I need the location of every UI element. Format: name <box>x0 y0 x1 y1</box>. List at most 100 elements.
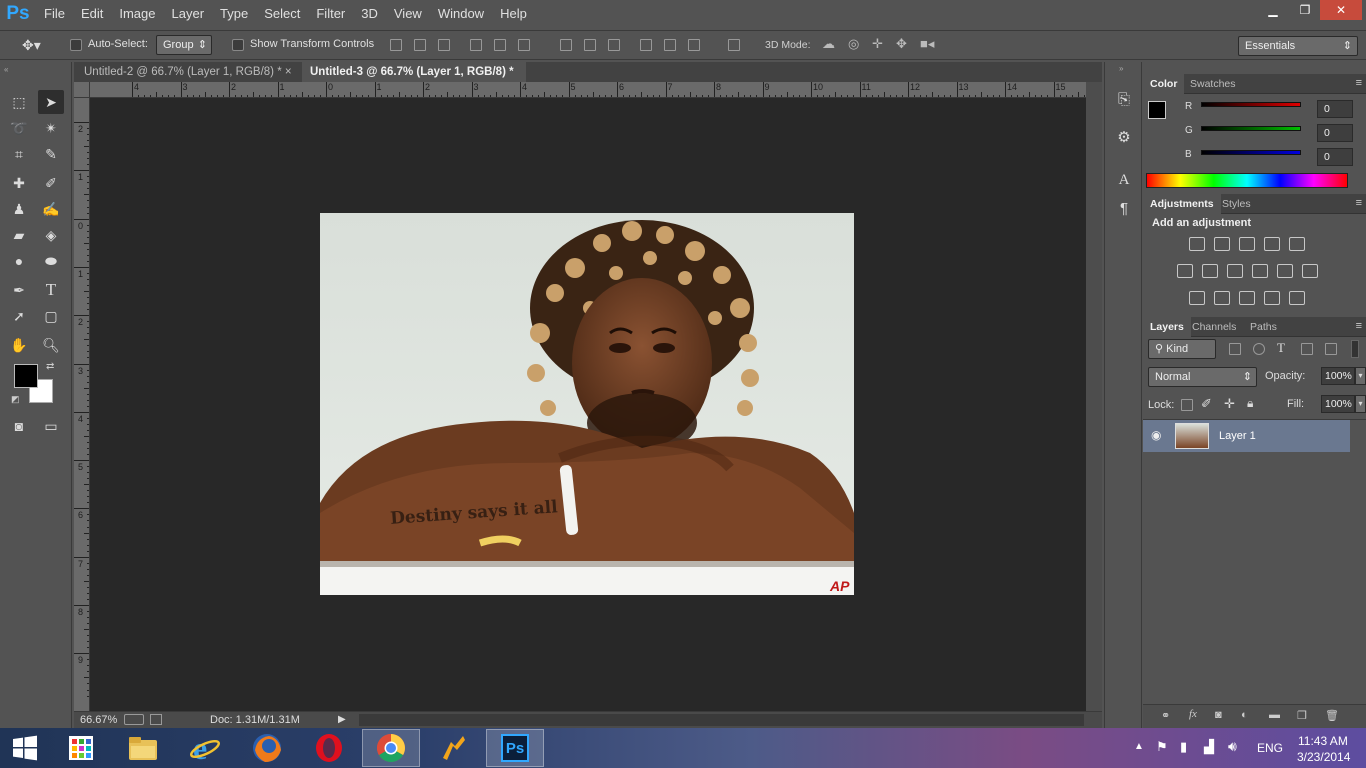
magic-wand-tool-icon[interactable]: ✴ <box>38 116 64 140</box>
3d-orbit-icon[interactable]: ☁ <box>822 36 835 52</box>
channel-b-input[interactable]: 0 <box>1317 148 1353 166</box>
distribute-hcenter-icon[interactable] <box>664 39 676 51</box>
pen-tool-icon[interactable]: ✒ <box>6 278 32 302</box>
hand-tool-icon[interactable]: ✋ <box>6 333 32 357</box>
fx-icon[interactable]: fx <box>1189 708 1197 720</box>
tab-adjustments[interactable]: Adjustments <box>1143 194 1221 214</box>
new-adjustment-layer-icon[interactable]: ◐ <box>1241 709 1248 721</box>
levels-icon[interactable] <box>1214 237 1230 251</box>
ruler-origin[interactable] <box>74 82 90 98</box>
restore-button[interactable]: ❐ <box>1288 0 1322 20</box>
menu-filter[interactable]: Filter <box>308 0 353 28</box>
3d-pan-icon[interactable]: ✛ <box>872 36 883 52</box>
menu-file[interactable]: File <box>36 0 73 28</box>
horizontal-scrollbar[interactable] <box>359 714 1084 726</box>
battery-icon[interactable]: ▮ <box>1180 739 1187 755</box>
layer-row[interactable]: ◉ Layer 1 <box>1143 420 1350 452</box>
menu-select[interactable]: Select <box>256 0 308 28</box>
opacity-arrow-icon[interactable]: ▾ <box>1355 367 1366 385</box>
fill-arrow-icon[interactable]: ▾ <box>1355 395 1366 413</box>
minimize-button[interactable]: ▁ <box>1256 0 1290 20</box>
lock-position-icon[interactable]: ✛ <box>1224 396 1235 412</box>
photoshop-logo[interactable]: Ps <box>0 0 36 28</box>
fill-input[interactable]: 100% <box>1321 395 1355 413</box>
lock-transparent-icon[interactable] <box>1181 399 1193 411</box>
distribute-vcenter-icon[interactable] <box>584 39 596 51</box>
move-tool-preset-icon[interactable]: ✥▾ <box>22 37 41 54</box>
black-white-icon[interactable] <box>1227 264 1243 278</box>
curves-icon[interactable] <box>1239 237 1255 251</box>
distribute-left-icon[interactable] <box>640 39 652 51</box>
channel-r-slider[interactable] <box>1201 102 1301 107</box>
collapse-dock-icon[interactable]: » <box>1119 64 1123 73</box>
eraser-tool-icon[interactable]: ▰ <box>6 223 32 247</box>
marquee-tool-icon[interactable]: ⬚ <box>6 90 32 114</box>
paint-bucket-tool-icon[interactable]: ◈ <box>38 223 64 247</box>
tab-close-icon[interactable]: × <box>285 66 292 78</box>
eyedropper-tool-icon[interactable]: ✎ <box>38 142 64 166</box>
taskbar-explorer-icon[interactable] <box>114 729 172 767</box>
properties-panel-icon[interactable]: ⚙ <box>1114 127 1134 147</box>
lock-all-icon[interactable]: 🔒︎ <box>1247 396 1253 411</box>
quick-mask-icon[interactable]: ◙ <box>6 414 32 438</box>
menu-3d[interactable]: 3D <box>353 0 386 28</box>
menu-edit[interactable]: Edit <box>73 0 111 28</box>
status-share-icon[interactable] <box>124 714 144 725</box>
color-balance-icon[interactable] <box>1202 264 1218 278</box>
selective-color-icon[interactable] <box>1264 291 1280 305</box>
tab-layers[interactable]: Layers <box>1143 317 1191 337</box>
tab-channels[interactable]: Channels <box>1185 317 1243 337</box>
paragraph-panel-icon[interactable]: ¶ <box>1114 198 1134 218</box>
taskbar-opera-icon[interactable] <box>300 729 358 767</box>
clone-stamp-tool-icon[interactable]: ♟ <box>6 197 32 221</box>
default-colors-icon[interactable]: ◩ <box>11 394 20 405</box>
menu-window[interactable]: Window <box>430 0 492 28</box>
history-panel-icon[interactable]: ⎘ <box>1114 89 1134 109</box>
new-layer-icon[interactable]: ❐ <box>1297 709 1307 722</box>
blur-tool-icon[interactable]: ● <box>6 249 32 273</box>
foreground-color-swatch-top[interactable] <box>14 364 38 388</box>
tab-paths[interactable]: Paths <box>1243 317 1284 337</box>
taskbar-photoshop-icon[interactable]: Ps <box>486 729 544 767</box>
gradient-map-icon[interactable] <box>1289 291 1305 305</box>
distribute-top-icon[interactable] <box>560 39 572 51</box>
taskbar-chrome-icon[interactable] <box>362 729 420 767</box>
tab-untitled-2[interactable]: Untitled-2 @ 66.7% (Layer 1, RGB/8) * × <box>76 62 302 82</box>
blend-mode-dropdown[interactable]: Normal ⇕ <box>1148 367 1257 387</box>
3d-roll-icon[interactable]: ◎ <box>848 36 859 52</box>
visibility-eye-icon[interactable]: ◉ <box>1151 428 1161 442</box>
status-export-icon[interactable] <box>150 714 162 725</box>
filter-type-icon[interactable]: T <box>1277 340 1285 356</box>
volume-icon[interactable]: 🔊︎ <box>1228 738 1237 755</box>
panel-menu-icon[interactable]: ≡ <box>1356 197 1362 209</box>
action-center-flag-icon[interactable]: ⚑ <box>1156 739 1168 755</box>
filter-smart-object-icon[interactable] <box>1325 343 1337 355</box>
history-brush-tool-icon[interactable]: ✍ <box>38 197 64 221</box>
photo-filter-icon[interactable] <box>1252 264 1268 278</box>
invert-icon[interactable] <box>1189 291 1205 305</box>
delete-layer-icon[interactable]: 🗑︎ <box>1325 709 1339 722</box>
align-vcenter-icon[interactable] <box>414 39 426 51</box>
type-tool-icon[interactable]: T <box>38 278 64 302</box>
align-right-icon[interactable] <box>518 39 530 51</box>
exposure-icon[interactable] <box>1264 237 1280 251</box>
align-hcenter-icon[interactable] <box>494 39 506 51</box>
menu-image[interactable]: Image <box>111 0 163 28</box>
menu-view[interactable]: View <box>386 0 430 28</box>
zoom-level[interactable]: 66.67% <box>80 714 117 726</box>
threshold-icon[interactable] <box>1239 291 1255 305</box>
channel-g-input[interactable]: 0 <box>1317 124 1353 142</box>
posterize-icon[interactable] <box>1214 291 1230 305</box>
lock-image-icon[interactable]: ✐ <box>1201 396 1212 412</box>
vertical-scrollbar[interactable] <box>1086 82 1102 711</box>
distribute-bottom-icon[interactable] <box>608 39 620 51</box>
taskbar-app-icon[interactable] <box>424 729 482 767</box>
align-top-icon[interactable] <box>390 39 402 51</box>
new-group-icon[interactable]: ▬ <box>1269 709 1280 721</box>
link-layers-icon[interactable]: ⚭ <box>1161 709 1170 722</box>
filter-pixel-icon[interactable] <box>1229 343 1241 355</box>
align-bottom-icon[interactable] <box>438 39 450 51</box>
color-spectrum-bar[interactable] <box>1146 173 1348 188</box>
channel-g-slider[interactable] <box>1201 126 1301 131</box>
add-mask-icon[interactable]: ◙ <box>1215 709 1222 721</box>
